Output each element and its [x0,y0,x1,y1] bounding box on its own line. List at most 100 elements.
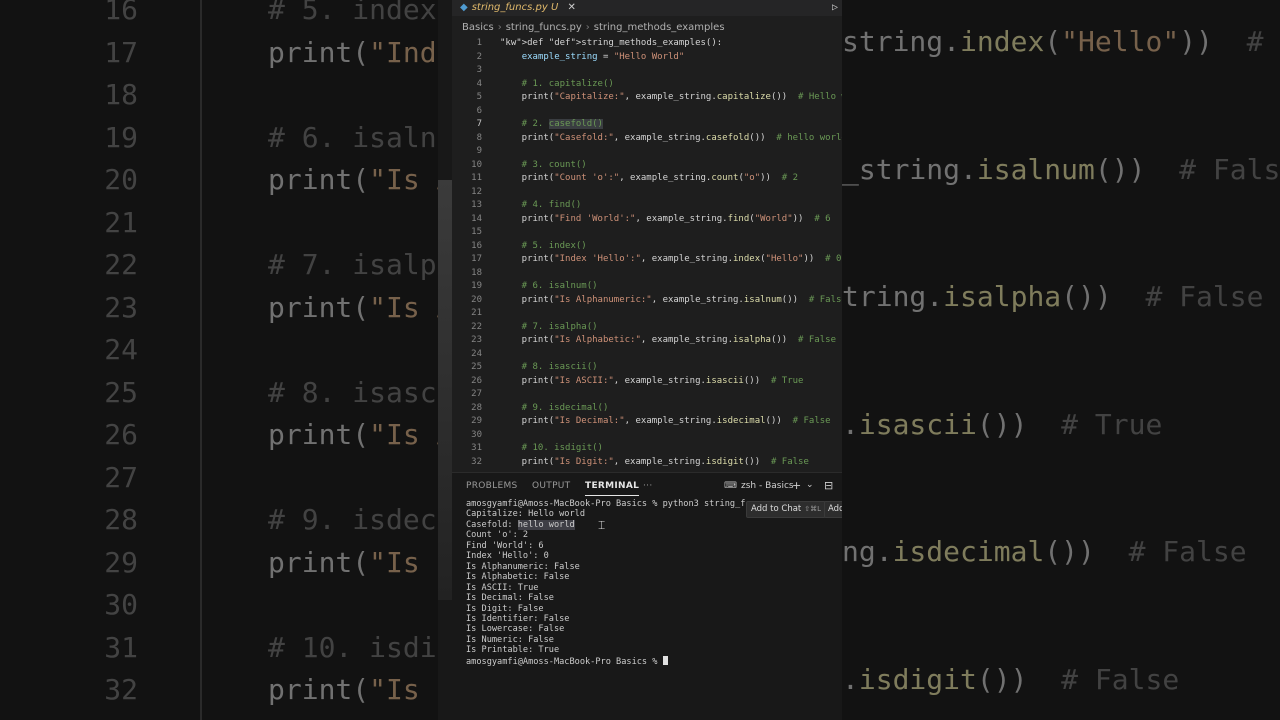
code-line[interactable]: 25 # 8. isascii() [452,361,842,375]
more-icon[interactable]: ··· [643,481,652,491]
add-button[interactable]: Add [824,501,842,518]
breadcrumb: Basics › string_funcs.py › string_methods_ex… [452,20,842,36]
chevron-down-icon[interactable]: ⌄ [806,480,814,490]
code-line[interactable]: 23 print("Is Alphabetic:", example_strin… [452,334,842,348]
code-line[interactable]: 20 print("Is Alphanumeric:", example_str… [452,294,842,308]
terminal-line: Is Digit: False [466,603,544,614]
code-line[interactable]: 26 print("Is ASCII:", example_string.isa… [452,375,842,389]
code-line[interactable]: 22 # 7. isalpha() [452,321,842,335]
add-to-chat-button[interactable]: Add to Chat ⇧⌘L [746,501,827,518]
line-number: 28 [471,402,482,413]
chevron-right-icon: › [497,22,502,33]
code-line[interactable]: 11 print("Count 'o':", example_string.co… [452,172,842,186]
terminal-icon: ⌨ [724,481,737,491]
code-text: print("Is Alphanumeric:", example_string… [500,294,842,305]
line-number: 31 [471,443,482,453]
line-number: 17 [471,254,482,264]
line-number: 9 [476,146,482,156]
background-code-text: print("Is Digit:", example_string.isdigi… [268,673,438,706]
line-number: 7 [476,119,482,129]
code-text: print("Is Digit:", example_string.isdigi… [500,456,809,467]
line-number: 20 [471,294,482,305]
code-line[interactable]: 14 print("Find 'World':", example_string… [452,213,842,227]
add-to-chat-shortcut: ⇧⌘L [804,505,822,513]
code-line[interactable]: 19 # 6. isalnum() [452,280,842,294]
line-number: 12 [471,186,482,197]
terminal-line: Is Numeric: False [466,634,554,645]
split-panel-icon[interactable]: ⊟ [824,479,833,492]
terminal-cursor [662,655,668,665]
add-terminal-icon[interactable]: + [792,479,801,492]
background-code-text: .isdigit()) # False [842,662,1180,696]
code-text: # 7. isalpha() [500,321,598,332]
line-number: 25 [471,362,482,372]
terminal-line: Casefold: hello world [466,519,575,530]
code-text: # 2. casefold() [500,119,603,129]
breadcrumb-file[interactable]: string_funcs.py [506,22,582,33]
line-number: 5 [476,92,482,102]
code-text: print("Is Alphabetic:", example_string.i… [500,335,836,345]
code-line[interactable]: 31 # 10. isdigit() [452,442,842,456]
background-code-text: string.index("Hello")) # 0 [842,25,1264,58]
tab-string-funcs[interactable]: ◆ string_funcs.py U ✕ [460,0,576,16]
code-line[interactable]: 21 [452,307,842,321]
code-line[interactable]: 8 print("Casefold:", example_string.case… [452,132,842,146]
code-line[interactable]: 16 # 5. index() [452,240,842,254]
code-line[interactable]: 13 # 4. find() [452,199,842,213]
code-line[interactable]: 30 [452,429,842,443]
code-text: print("Index 'Hello':", example_string.i… [500,254,842,264]
tab-output[interactable]: OUTPUT [532,481,570,491]
code-line[interactable]: 24 [452,348,842,362]
tab-problems[interactable]: PROBLEMS [466,481,518,491]
code-line[interactable]: 32 print("Is Digit:", example_string.isd… [452,456,842,470]
code-line[interactable]: 10 # 3. count() [452,159,842,173]
terminal-selector[interactable]: ⌨ zsh - Basics [724,481,794,491]
terminal-line: Is Decimal: False [466,593,554,604]
line-number: 4 [476,78,482,89]
code-line[interactable]: 27 [452,388,842,402]
line-number: 1 [476,38,482,48]
line-number: 26 [471,375,482,386]
code-line[interactable]: 2 example_string = "Hello World" [452,51,842,65]
line-number: 15 [471,227,482,237]
breadcrumb-folder[interactable]: Basics [462,22,494,33]
code-line[interactable]: 9 [452,145,842,159]
tab-terminal[interactable]: TERMINAL [585,481,640,496]
line-number: 6 [476,105,482,116]
code-line[interactable]: 1 "kw">def "def">string_methods_examples(… [452,37,842,51]
code-text: # 10. isdigit() [500,443,603,453]
code-line[interactable]: 6 [452,105,842,119]
tab-status: U [550,2,559,13]
code-line[interactable]: 12 [452,186,842,200]
code-line[interactable]: 17 print("Index 'Hello':", example_strin… [452,253,842,267]
tab-filename: string_funcs.py [471,2,548,13]
line-number: 27 [471,389,482,399]
code-line[interactable]: 28 # 9. isdecimal() [452,402,842,416]
code-area[interactable]: 1 "kw">def "def">string_methods_examples(… [452,36,842,472]
code-line[interactable]: 18 [452,267,842,281]
breadcrumb-symbol[interactable]: string_methods_examples [594,22,725,33]
code-line[interactable]: 5 print("Capitalize:", example_string.ca… [452,91,842,105]
text-cursor-icon: ⌶ [598,518,606,532]
code-line[interactable]: 3 [452,64,842,78]
terminal-line: Is Alphanumeric: False [466,561,580,572]
code-text: example_string = "Hello World" [521,51,685,62]
run-icon[interactable]: ▷ [828,0,842,16]
code-line[interactable]: 4 # 1. capitalize() [452,78,842,92]
line-number: 24 [471,348,482,359]
background-code-text: .isascii()) # True [842,407,1163,441]
terminal-line: Find 'World': 6 [466,540,544,551]
code-text: print("Is Decimal:", example_string.isde… [500,416,831,426]
terminal-name: zsh - Basics [741,481,794,491]
code-text: "kw">def "def">string_methods_examples()… [500,38,723,48]
close-icon[interactable]: ✕ [567,2,575,13]
code-text: # 3. count() [500,159,587,170]
code-line[interactable]: 15 [452,226,842,240]
background-code-text: ng.isdecimal()) # False [842,535,1247,568]
terminal-line: Index 'Hello': 0 [466,551,549,562]
code-line[interactable]: 7 # 2. casefold() [452,118,842,132]
terminal-line: Is ASCII: True [466,582,539,593]
terminal-line: Is Alphabetic: False [466,572,570,583]
line-number: 11 [471,173,482,183]
code-line[interactable]: 29 print("Is Decimal:", example_string.i… [452,415,842,429]
